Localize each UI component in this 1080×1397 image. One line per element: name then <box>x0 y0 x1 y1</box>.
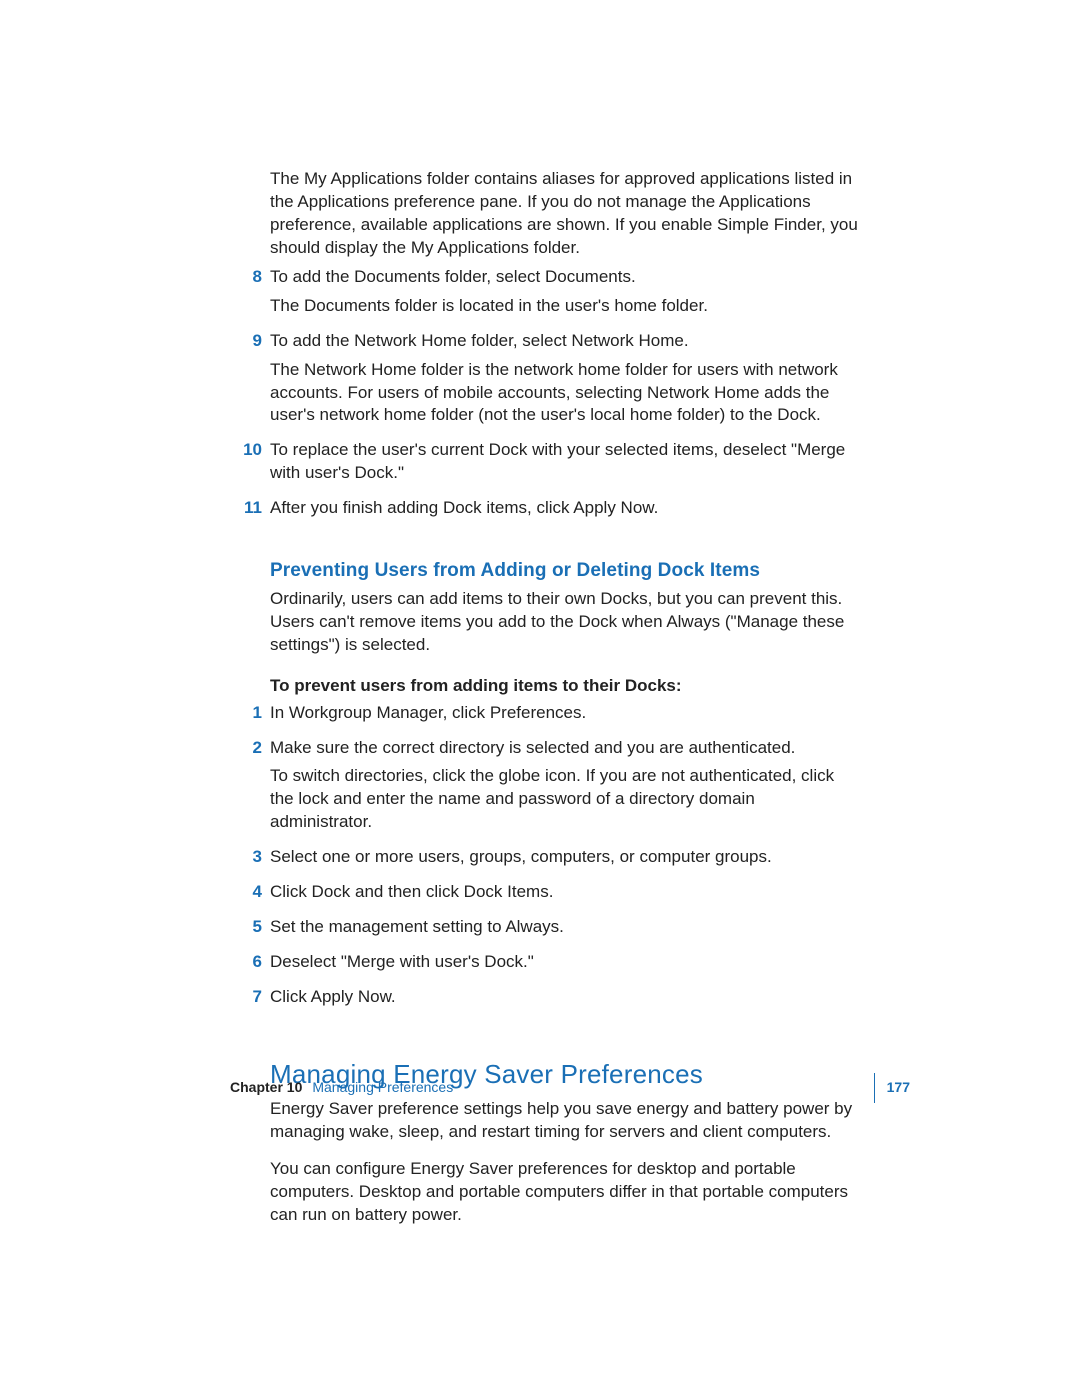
step-text: The Network Home folder is the network h… <box>270 359 860 428</box>
section-paragraph: Energy Saver preference settings help yo… <box>270 1098 860 1144</box>
step-text: The Documents folder is located in the u… <box>270 295 860 318</box>
step-body: Make sure the correct directory is selec… <box>270 737 860 841</box>
step-number: 1 <box>230 702 262 725</box>
step-item: 4 Click Dock and then click Dock Items. <box>230 881 860 910</box>
step-item: 10 To replace the user's current Dock wi… <box>230 439 860 491</box>
page-rule-icon <box>874 1073 875 1103</box>
step-text: Select one or more users, groups, comput… <box>270 846 860 869</box>
step-body: Select one or more users, groups, comput… <box>270 846 860 875</box>
intro-paragraph: The My Applications folder contains alia… <box>270 168 860 260</box>
subsection-heading: Preventing Users from Adding or Deleting… <box>270 558 860 584</box>
step-text: To switch directories, click the globe i… <box>270 765 860 834</box>
step-text: After you finish adding Dock items, clic… <box>270 497 860 520</box>
subsection-paragraph: Ordinarily, users can add items to their… <box>270 588 860 657</box>
step-text: Deselect "Merge with user's Dock." <box>270 951 860 974</box>
page-footer: Chapter 10 Managing Preferences 177 <box>230 1077 910 1097</box>
document-page: The My Applications folder contains alia… <box>0 0 1080 1397</box>
step-number: 11 <box>230 497 262 520</box>
chapter-title: Managing Preferences <box>312 1078 453 1097</box>
step-body: In Workgroup Manager, click Preferences. <box>270 702 860 731</box>
step-body: Set the management setting to Always. <box>270 916 860 945</box>
procedure-label: To prevent users from adding items to th… <box>270 675 860 698</box>
step-number: 7 <box>230 986 262 1009</box>
step-number: 10 <box>230 439 262 462</box>
step-item: 5 Set the management setting to Always. <box>230 916 860 945</box>
step-body: To replace the user's current Dock with … <box>270 439 860 491</box>
step-body: To add the Network Home folder, select N… <box>270 330 860 434</box>
step-number: 9 <box>230 330 262 353</box>
step-text: Set the management setting to Always. <box>270 916 860 939</box>
step-body: Click Apply Now. <box>270 986 860 1015</box>
step-item: 2 Make sure the correct directory is sel… <box>230 737 860 841</box>
step-number: 3 <box>230 846 262 869</box>
step-item: 8 To add the Documents folder, select Do… <box>230 266 860 324</box>
step-number: 5 <box>230 916 262 939</box>
step-body: Deselect "Merge with user's Dock." <box>270 951 860 980</box>
step-text: In Workgroup Manager, click Preferences. <box>270 702 860 725</box>
step-text: Click Apply Now. <box>270 986 860 1009</box>
step-item: 7 Click Apply Now. <box>230 986 860 1015</box>
body-text-column: The My Applications folder contains alia… <box>230 168 860 1233</box>
step-number: 2 <box>230 737 262 760</box>
step-text: To add the Network Home folder, select N… <box>270 330 860 353</box>
page-number-block: 177 <box>874 1072 910 1102</box>
step-item: 11 After you finish adding Dock items, c… <box>230 497 860 526</box>
step-number: 8 <box>230 266 262 289</box>
step-body: To add the Documents folder, select Docu… <box>270 266 860 324</box>
step-text: To replace the user's current Dock with … <box>270 439 860 485</box>
step-body: Click Dock and then click Dock Items. <box>270 881 860 910</box>
step-item: 1 In Workgroup Manager, click Preference… <box>230 702 860 731</box>
step-item: 9 To add the Network Home folder, select… <box>230 330 860 434</box>
page-number: 177 <box>887 1078 910 1097</box>
step-text: To add the Documents folder, select Docu… <box>270 266 860 289</box>
step-item: 6 Deselect "Merge with user's Dock." <box>230 951 860 980</box>
step-body: After you finish adding Dock items, clic… <box>270 497 860 526</box>
chapter-label: Chapter 10 <box>230 1078 302 1097</box>
step-number: 6 <box>230 951 262 974</box>
step-number: 4 <box>230 881 262 904</box>
footer-left: Chapter 10 Managing Preferences <box>230 1078 453 1097</box>
section-paragraph: You can configure Energy Saver preferenc… <box>270 1158 860 1227</box>
step-item: 3 Select one or more users, groups, comp… <box>230 846 860 875</box>
step-text: Make sure the correct directory is selec… <box>270 737 860 760</box>
step-text: Click Dock and then click Dock Items. <box>270 881 860 904</box>
